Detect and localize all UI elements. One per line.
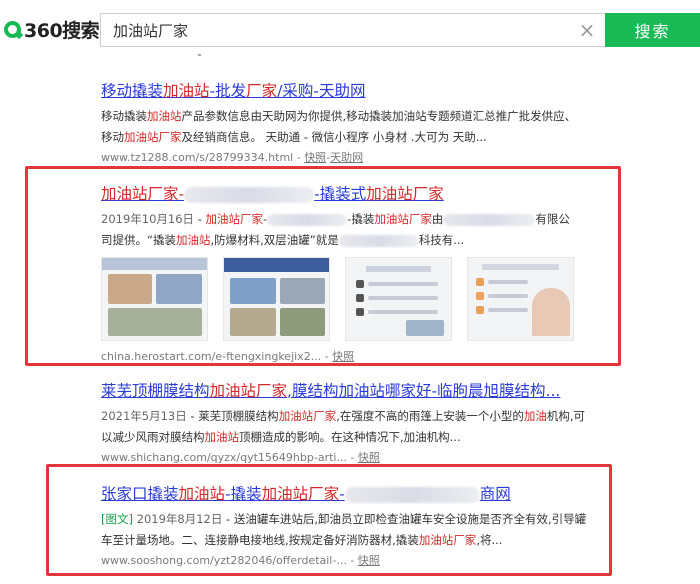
thumbnail-1[interactable] bbox=[101, 257, 208, 341]
result-1-source-link[interactable]: 天助网 bbox=[330, 151, 363, 164]
result-4-snapshot-link[interactable]: 快照 bbox=[358, 554, 380, 567]
blurred-text bbox=[184, 186, 315, 203]
search-box: × bbox=[100, 13, 605, 47]
result-2-title[interactable]: 加油站厂家- -撬装式加油站厂家 bbox=[101, 183, 601, 205]
result-2-url: china.herostart.com/e-ftengxingkejix2... bbox=[101, 350, 322, 363]
search-result-4: 张家口撬装加油站-撬装加油站厂家- 商网 [图文] 2019年8月12日 - 送油… bbox=[101, 483, 601, 571]
logo-icon bbox=[4, 20, 21, 38]
thumbnail-4[interactable] bbox=[467, 257, 574, 341]
search-result-2: 加油站厂家- -撬装式加油站厂家 2019年10月16日 - 加油站厂家- -撬装加… bbox=[101, 183, 601, 367]
blurred-text bbox=[267, 213, 348, 226]
result-3-snapshot-link[interactable]: 快照 bbox=[358, 451, 380, 464]
result-1-url-line: www.tz1288.com/s/28799334.html - 快照-天助网 bbox=[101, 151, 364, 164]
logo-360-search[interactable]: 360搜索 bbox=[4, 14, 100, 44]
result-4-url: www.sooshong.com/yzt282046/offerdetail-.… bbox=[101, 554, 347, 567]
result-4-description: [图文] 2019年8月12日 - 送油罐车进站后,卸油员立即检查油罐车安全设施… bbox=[101, 512, 587, 547]
result-3-url: www.shichang.com/qyzx/qyt15649hbp-arti..… bbox=[101, 451, 347, 464]
result-4-url-line: www.sooshong.com/yzt282046/offerdetail-.… bbox=[101, 554, 380, 567]
search-result-3: 莱芜顶棚膜结构加油站厂家,膜结构加油站哪家好-临朐晨旭膜结构... 2021年5… bbox=[101, 380, 601, 468]
blurred-text bbox=[344, 486, 480, 503]
result-1-url: www.tz1288.com/s/28799334.html bbox=[101, 151, 294, 164]
thumbnail-2[interactable] bbox=[223, 257, 330, 341]
result-1-description: 移动撬装加油站产品参数信息由天助网为你提供,移动撬装加油站专题频道汇总推广批发供… bbox=[101, 109, 577, 144]
blurred-text bbox=[443, 213, 536, 226]
result-3-description: 2021年5月13日 - 莱芜顶棚膜结构加油站厂家,在强度不高的雨篷上安装一个小… bbox=[101, 409, 585, 444]
blurred-text bbox=[338, 234, 419, 247]
result-2-snapshot-link[interactable]: 快照 bbox=[332, 350, 354, 363]
logo-text: 360搜索 bbox=[24, 19, 100, 42]
clear-icon[interactable]: × bbox=[569, 14, 605, 46]
result-1-title[interactable]: 移动撬装加油站-批发厂家/采购-天助网 bbox=[101, 80, 601, 102]
thumbnail-3[interactable] bbox=[345, 257, 452, 341]
search-button[interactable]: 搜索 bbox=[605, 13, 700, 47]
divider-dot bbox=[198, 54, 201, 56]
search-result-1: 移动撬装加油站-批发厂家/采购-天助网 移动撬装加油站产品参数信息由天助网为你提… bbox=[101, 80, 601, 168]
result-3-title[interactable]: 莱芜顶棚膜结构加油站厂家,膜结构加油站哪家好-临朐晨旭膜结构... bbox=[101, 380, 601, 402]
result-2-thumbnails bbox=[101, 257, 601, 341]
result-4-title[interactable]: 张家口撬装加油站-撬装加油站厂家- 商网 bbox=[101, 483, 601, 505]
search-input[interactable] bbox=[101, 14, 569, 46]
result-2-description: 2019年10月16日 - 加油站厂家- -撬装加油站厂家由 有限公 司提供。“撬装… bbox=[101, 212, 570, 247]
result-1-snapshot-link[interactable]: 快照 bbox=[304, 151, 326, 164]
result-2-url-line: china.herostart.com/e-ftengxingkejix2...… bbox=[101, 350, 355, 363]
